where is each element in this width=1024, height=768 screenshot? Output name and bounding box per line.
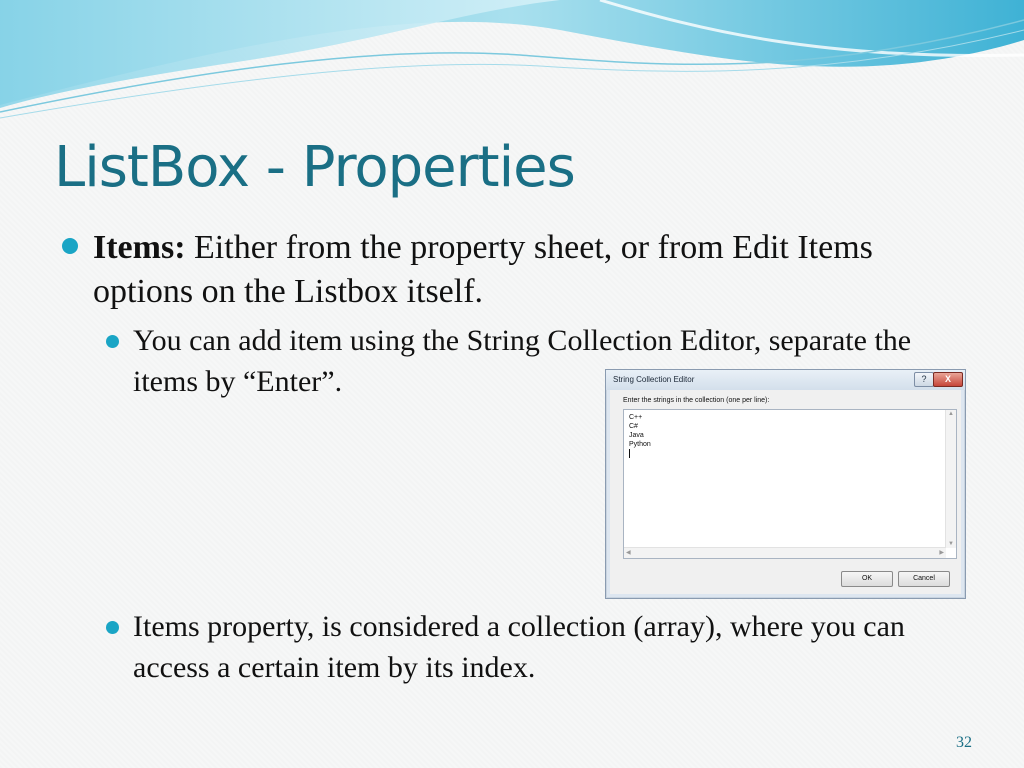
slide-title: ListBox - Properties xyxy=(54,135,576,200)
horizontal-scrollbar[interactable]: ◀ ▶ xyxy=(624,547,946,558)
close-button[interactable]: X xyxy=(933,372,963,387)
strings-lines: C++ C# Java Python xyxy=(629,413,651,458)
scroll-right-icon[interactable]: ▶ xyxy=(939,549,944,556)
vertical-scrollbar[interactable]: ▲ ▼ xyxy=(945,410,956,548)
bullet-dot-icon xyxy=(106,335,119,348)
top-wave-decoration xyxy=(0,0,1024,119)
scroll-left-icon[interactable]: ◀ xyxy=(626,549,631,556)
string-collection-editor-dialog: String Collection Editor ? X Enter the s… xyxy=(605,369,966,599)
bullet-dot-icon xyxy=(106,621,119,634)
bullet-dot-icon xyxy=(62,238,78,254)
scroll-up-icon[interactable]: ▲ xyxy=(948,411,954,417)
bullet-items-collection: Items property, is considered a collecti… xyxy=(106,606,926,688)
text-caret xyxy=(629,449,630,458)
string-line: Python xyxy=(629,441,651,448)
string-line: Java xyxy=(629,432,644,439)
dialog-titlebar: String Collection Editor ? X xyxy=(606,370,965,390)
scroll-down-icon[interactable]: ▼ xyxy=(948,541,954,547)
bullet-items-body: Either from the property sheet, or from … xyxy=(93,229,873,310)
string-line: C# xyxy=(629,423,638,430)
cancel-button[interactable]: Cancel xyxy=(898,571,950,587)
caret-line xyxy=(629,449,651,458)
string-line: C++ xyxy=(629,414,643,421)
bullet-items-text: Items: Either from the property sheet, o… xyxy=(93,226,942,314)
help-button[interactable]: ? xyxy=(914,372,934,387)
ok-button[interactable]: OK xyxy=(841,571,893,587)
page-number: 32 xyxy=(956,734,972,751)
strings-textarea[interactable]: C++ C# Java Python ▲ ▼ ◀ ▶ xyxy=(623,409,957,559)
dialog-instruction: Enter the strings in the collection (one… xyxy=(623,397,770,404)
bullet-items-collection-text: Items property, is considered a collecti… xyxy=(133,610,905,684)
dialog-title: String Collection Editor xyxy=(613,375,695,384)
dialog-body: Enter the strings in the collection (one… xyxy=(610,390,961,594)
bullet-items: Items: Either from the property sheet, o… xyxy=(62,226,942,314)
bullet-items-label: Items: xyxy=(93,229,186,266)
